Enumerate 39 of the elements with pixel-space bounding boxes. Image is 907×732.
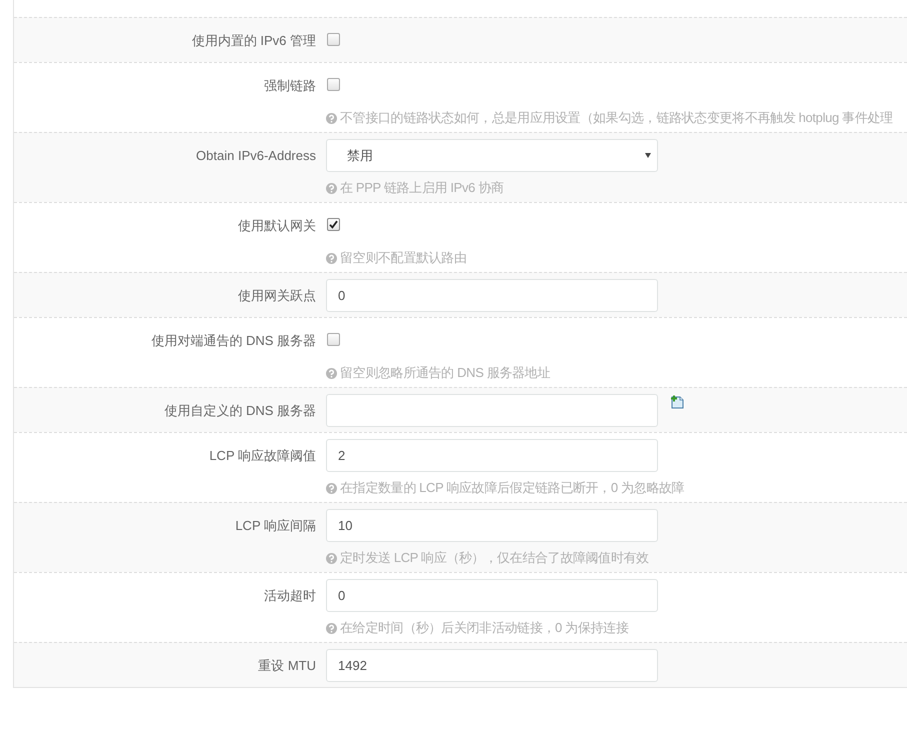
help-icon xyxy=(326,368,337,378)
checkbox[interactable] xyxy=(327,78,340,91)
caret-icon xyxy=(645,153,651,158)
field-label: LCP 响应故障阈值 xyxy=(209,447,316,465)
help-text: 在 PPP 链路上启用 IPv6 协商 xyxy=(340,179,504,197)
checkmark-icon xyxy=(329,220,338,229)
help-text: 留空则不配置默认路由 xyxy=(340,249,467,267)
input-field[interactable]: 2 xyxy=(326,439,658,472)
field-label: 重设 MTU xyxy=(258,657,316,675)
add-icon[interactable] xyxy=(670,395,684,409)
help-text: 在指定数量的 LCP 响应故障后假定链路已断开，0 为忽略故障 xyxy=(340,479,684,497)
checkbox[interactable] xyxy=(327,33,340,46)
field-label: 强制链路 xyxy=(264,77,316,95)
help-icon xyxy=(326,252,337,264)
field-label: Obtain IPv6-Address xyxy=(196,147,316,165)
help-text: 留空则忽略所通告的 DNS 服务器地址 xyxy=(340,364,550,382)
field-label: 使用内置的 IPv6 管理 xyxy=(192,32,316,50)
checkbox[interactable] xyxy=(327,218,340,231)
help-icon xyxy=(326,622,337,634)
help-text: 定时发送 LCP 响应（秒），仅在结合了故障阈值时有效 xyxy=(340,549,649,567)
help-icon xyxy=(326,182,337,194)
input-field[interactable] xyxy=(326,394,658,427)
input-field[interactable]: 0 xyxy=(326,279,658,312)
help-text: 在给定时间（秒）后关闭非活动链接，0 为保持连接 xyxy=(340,619,628,637)
help-icon xyxy=(326,482,337,494)
select-field[interactable]: 禁用 xyxy=(326,139,658,172)
field-label: 使用对端通告的 DNS 服务器 xyxy=(151,332,316,350)
checkbox[interactable] xyxy=(327,333,340,346)
field-label: 使用默认网关 xyxy=(238,217,316,235)
field-label: 活动超时 xyxy=(264,587,316,605)
field-label: LCP 响应间隔 xyxy=(235,517,316,535)
field-label: 使用自定义的 DNS 服务器 xyxy=(164,402,316,420)
help-text: 不管接口的链路状态如何，总是用应用设置（如果勾选，链路状态变更将不再触发 hotplug 事件处理 xyxy=(340,109,893,127)
input-field[interactable]: 0 xyxy=(326,579,658,612)
input-field[interactable]: 1492 xyxy=(326,649,658,682)
field-label: 使用网关跃点 xyxy=(238,287,316,305)
input-field[interactable]: 10 xyxy=(326,509,658,542)
help-icon xyxy=(326,112,337,124)
help-icon xyxy=(326,552,337,564)
